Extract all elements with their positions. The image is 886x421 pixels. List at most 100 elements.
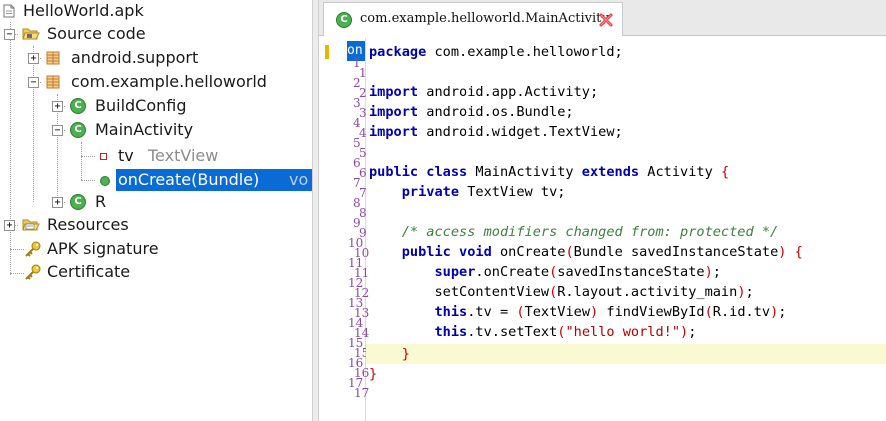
package-icon	[46, 51, 60, 65]
code-line-17: }	[369, 364, 377, 384]
code-text: R.layout.activity_main	[557, 284, 738, 300]
code-text: .tv =	[467, 304, 517, 320]
tab-title: com.example.helloworld.MainActivity	[360, 11, 609, 26]
keyword: private	[401, 184, 460, 200]
brace: {	[794, 244, 803, 260]
current-line-highlight	[366, 344, 886, 364]
tree-guide-line	[81, 156, 95, 157]
expand-toggle-icon[interactable]: +	[52, 101, 63, 112]
string-literal: "hello world!"	[565, 324, 681, 340]
tree-guide-line	[33, 46, 34, 202]
code-text: com.example.helloworld;	[426, 44, 623, 60]
tree-node-label: tv	[118, 146, 134, 165]
keyword: class	[426, 164, 468, 180]
class-icon: C	[70, 194, 86, 210]
keyword: this	[434, 324, 468, 340]
code-text: Bundle savedInstanceState	[573, 244, 779, 260]
keyword: extends	[581, 164, 640, 180]
resources-folder-icon	[22, 219, 40, 231]
paren: )	[737, 284, 746, 300]
tree-node-label: MainActivity	[95, 120, 194, 139]
tree-guide-line	[10, 273, 24, 274]
keyword: super	[434, 264, 476, 280]
file-icon	[3, 4, 15, 18]
paren: (	[516, 304, 525, 320]
keyword: public	[401, 244, 451, 260]
field-type-label: TextView	[148, 146, 219, 165]
keyword: void	[459, 244, 492, 260]
code-text: ;	[745, 284, 754, 300]
project-tree[interactable]: HelloWorld.apk − Source code + android.s…	[0, 0, 312, 421]
code-editor[interactable]: C com.example.helloworld.MainActivity on…	[319, 0, 886, 421]
code-text: android.app.Activity;	[418, 84, 599, 100]
code-text: .tv.setText	[467, 324, 558, 340]
code-text: ;	[688, 324, 697, 340]
package-icon	[46, 75, 60, 89]
key-icon	[25, 241, 41, 257]
code-text: R.id.tv	[712, 304, 771, 320]
collapse-toggle-icon[interactable]: −	[52, 125, 63, 136]
field-icon	[100, 153, 107, 160]
keyword: package	[369, 44, 427, 60]
code-text: Activity	[639, 164, 721, 180]
code-text: TextView tv;	[459, 184, 566, 200]
code-text: onCreate	[491, 244, 566, 260]
collapse-toggle-icon[interactable]: −	[28, 77, 39, 88]
tree-guide-line	[10, 249, 24, 250]
tree-node-label: Source code	[47, 24, 146, 43]
code-line-3: import android.app.Activity;	[369, 82, 598, 102]
tree-node-label: APK signature	[47, 239, 159, 258]
paren: (	[704, 304, 713, 320]
code-line-4: import android.os.Bundle;	[369, 102, 574, 122]
paren: )	[680, 324, 689, 340]
code-text: ;	[778, 304, 787, 320]
code-line-13: setContentView(R.layout.activity_main);	[369, 282, 754, 302]
method-return-label: vo	[289, 170, 309, 189]
keyword: import	[369, 104, 419, 120]
tree-guide-line	[81, 180, 95, 181]
tree-node-label: Resources	[47, 215, 129, 234]
editor-tab-mainactivity[interactable]: C com.example.helloworld.MainActivity	[323, 2, 623, 36]
editor-tab-bar: C com.example.helloworld.MainActivity	[319, 0, 886, 36]
collapse-toggle-icon[interactable]: −	[4, 29, 15, 40]
code-line-1: package com.example.helloworld;	[369, 42, 623, 62]
tree-node-label: android.support	[71, 48, 199, 67]
open-folder-icon	[22, 28, 40, 40]
brace: }	[401, 346, 410, 362]
comment: /* access modifiers changed from: protec…	[401, 224, 779, 240]
code-text: ;	[712, 264, 721, 280]
brace: }	[369, 366, 378, 382]
tree-node-label: Certificate	[47, 262, 131, 281]
brace: {	[720, 164, 730, 180]
code-area[interactable]: package com.example.helloworld; import a…	[366, 38, 886, 421]
expand-toggle-icon[interactable]: +	[4, 220, 15, 231]
code-text: findViewById	[598, 304, 705, 320]
code-line-14: this.tv = (TextView) findViewById(R.id.t…	[369, 302, 786, 322]
code-line-5: import android.widget.TextView;	[369, 122, 623, 142]
expand-toggle-icon[interactable]: +	[28, 53, 39, 64]
code-line-12: super.onCreate(savedInstanceState);	[369, 262, 721, 282]
expand-toggle-icon[interactable]: +	[52, 197, 63, 208]
tree-node-label: R	[95, 192, 107, 211]
tree-node-label: BuildConfig	[95, 96, 187, 115]
code-text: android.os.Bundle;	[418, 104, 574, 120]
tree-guide-line	[81, 142, 82, 180]
method-icon	[100, 176, 110, 186]
keyword: public	[369, 164, 419, 180]
key-icon	[25, 264, 41, 280]
code-text: .onCreate	[475, 264, 550, 280]
code-line-8: private TextView tv;	[369, 182, 566, 202]
close-tab-icon[interactable]	[598, 12, 614, 28]
paren: )	[590, 304, 599, 320]
code-text: TextView	[524, 304, 591, 320]
code-line-16: }	[369, 344, 410, 364]
line-number-gutter: on 1 2 3 4 5 6 7 8 9 10 11 12 13 14 15 16 17 1 2 3 4 5 6 7 8 9 10…	[329, 38, 369, 421]
panel-splitter[interactable]	[312, 0, 319, 421]
